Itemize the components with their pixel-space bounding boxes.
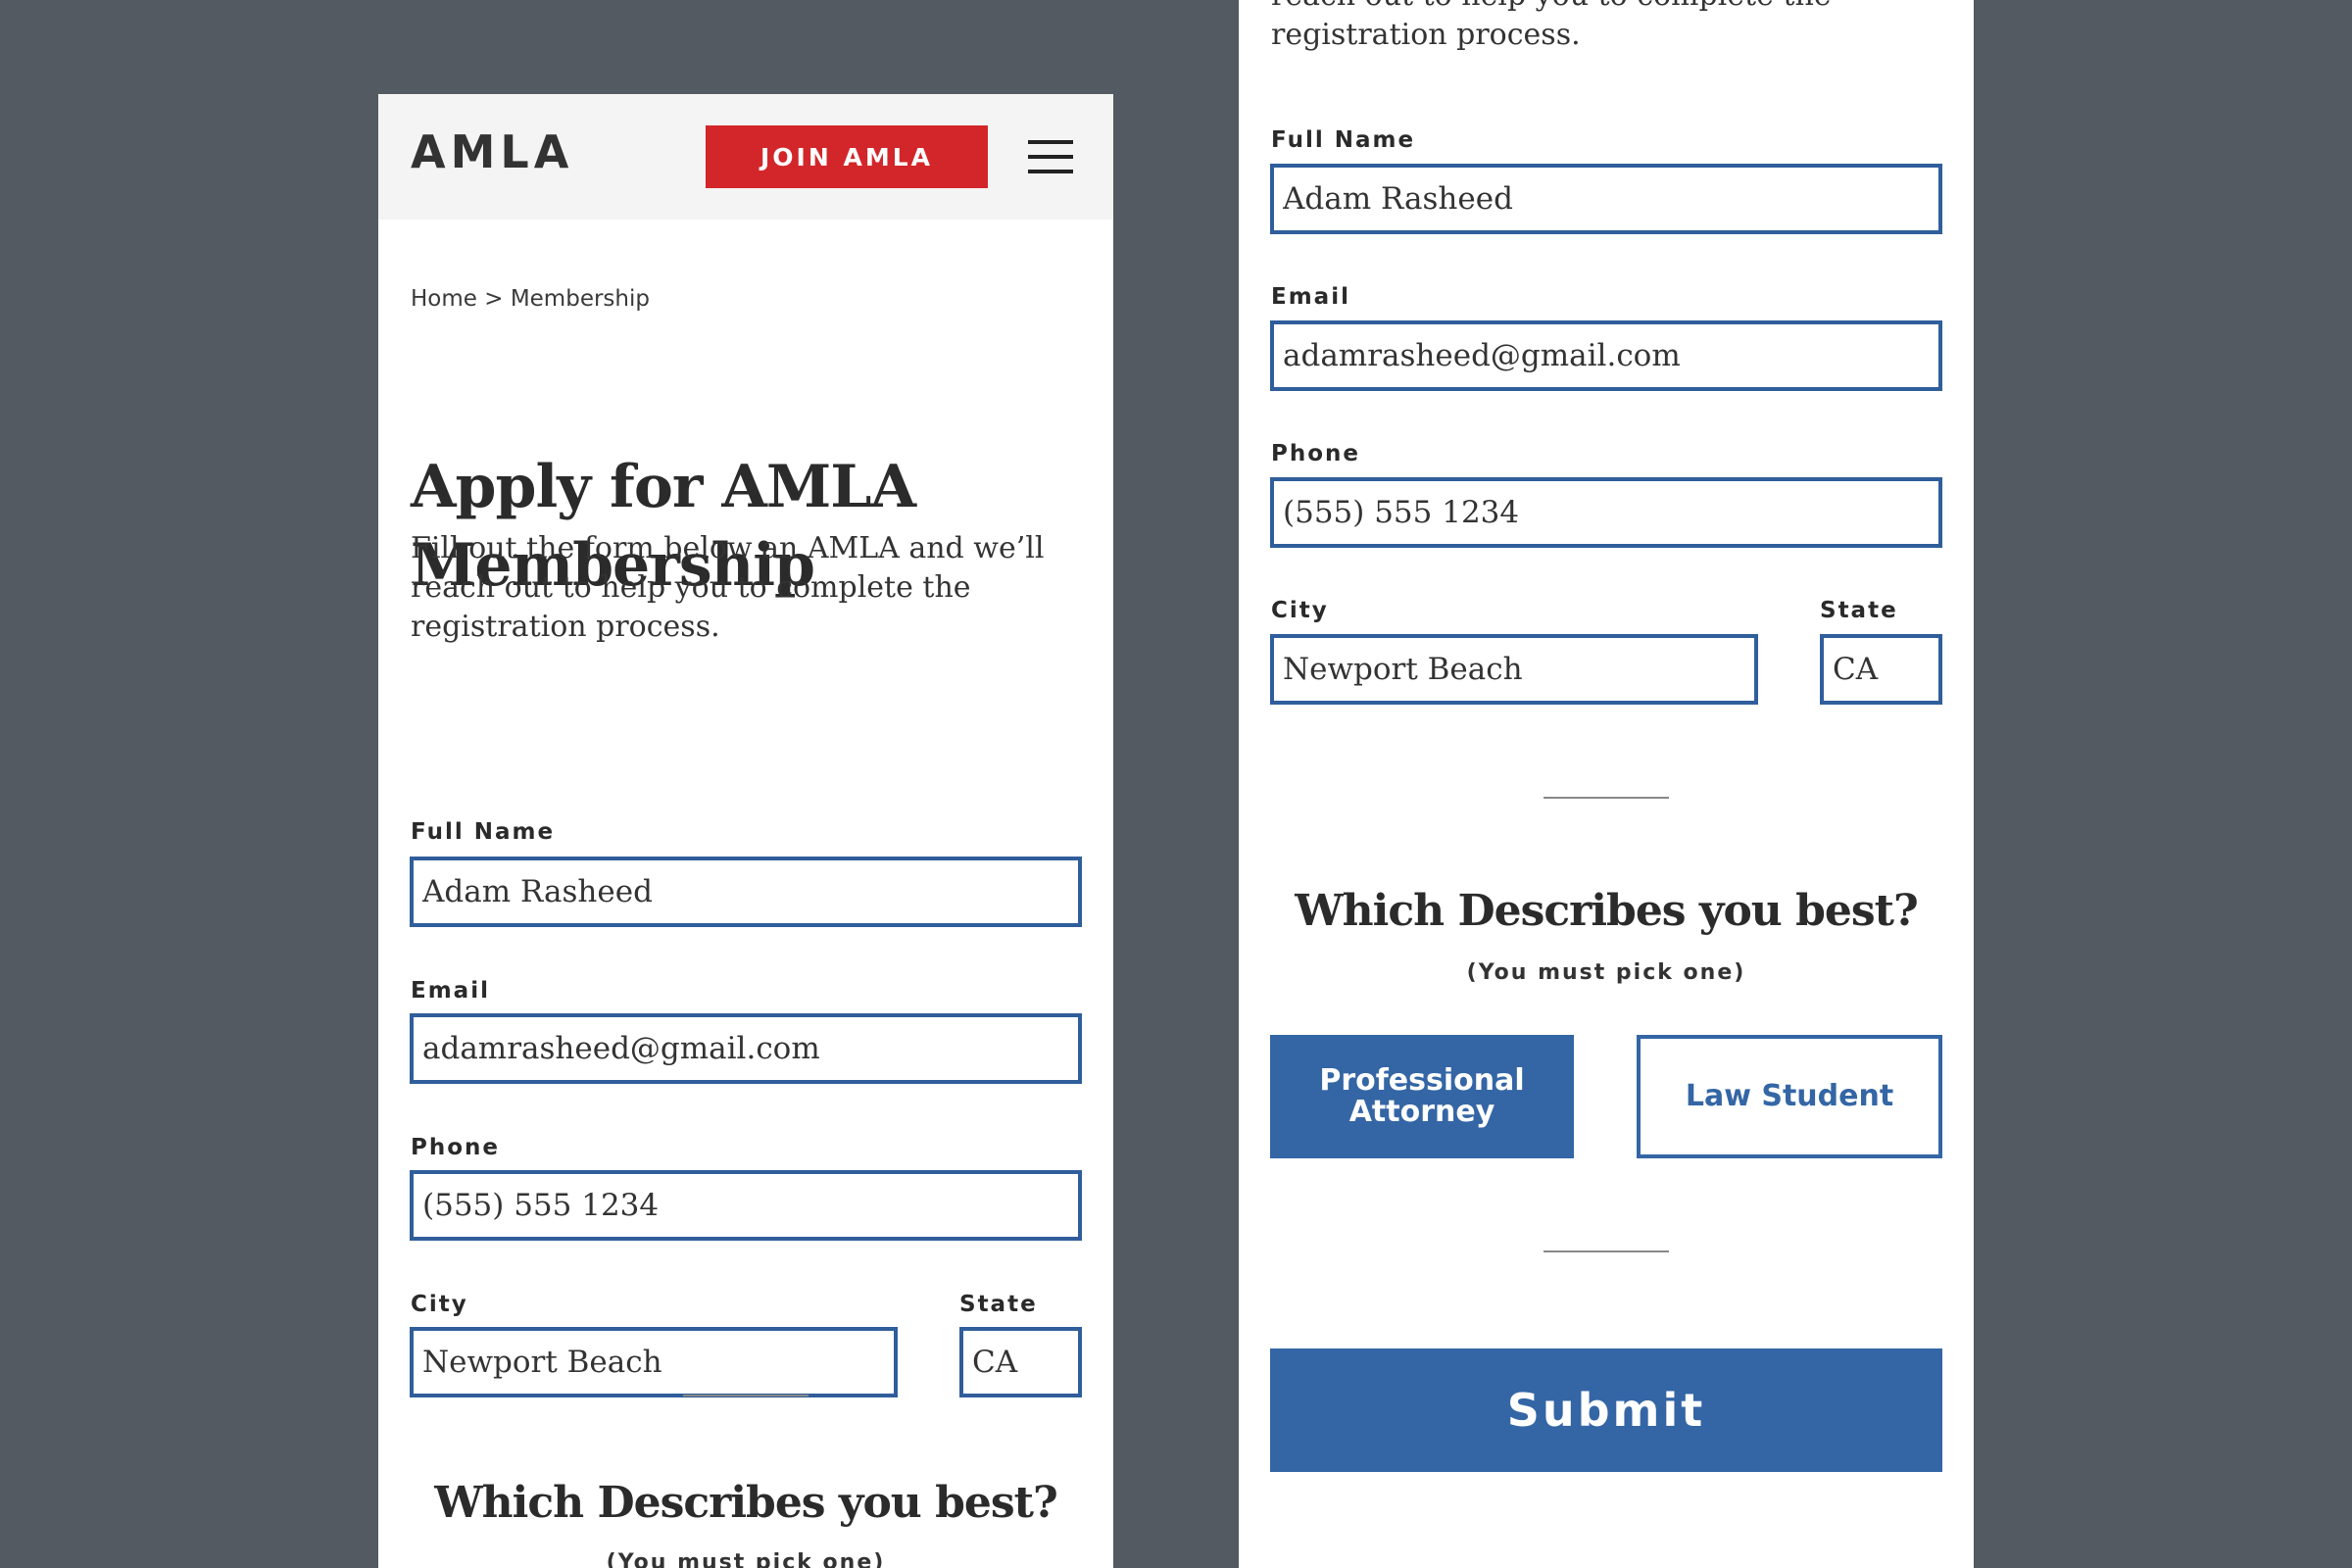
section-divider [1544, 797, 1669, 799]
full-name-label: Full Name [1271, 127, 1416, 153]
city-input[interactable] [410, 1327, 898, 1397]
email-label: Email [411, 978, 490, 1004]
state-input[interactable] [1820, 634, 1942, 705]
submit-button[interactable]: Submit [1270, 1348, 1942, 1472]
intro-block: Fill out the form below an AMLA and we’l… [411, 529, 1057, 647]
email-input[interactable] [1270, 320, 1942, 391]
state-label: State [959, 1292, 1038, 1317]
breadcrumb-text[interactable]: Home > Membership [411, 286, 650, 312]
phone-label: Phone [1271, 441, 1361, 466]
city-label: City [411, 1292, 468, 1317]
mobile-screen-top: AMLA JOIN AMLA Home > Membership Apply f… [378, 94, 1113, 1568]
breadcrumb: Home > Membership [411, 286, 1083, 312]
join-amla-button[interactable]: JOIN AMLA [706, 125, 988, 188]
which-describes-title: Which Describes you best? [1295, 886, 1919, 936]
phone-input[interactable] [1270, 477, 1942, 548]
state-label: State [1820, 598, 1898, 623]
intro-text-line-clipped: reach out to help you to complete the [1271, 0, 1918, 16]
which-describes-subtitle: (You must pick one) [606, 1550, 886, 1568]
hamburger-menu-icon[interactable] [1028, 140, 1073, 173]
city-input[interactable] [1270, 634, 1758, 705]
state-input[interactable] [959, 1327, 1082, 1397]
intro-text: Fill out the form below an AMLA and we’l… [411, 531, 1045, 644]
section-divider-2 [1544, 1250, 1669, 1252]
intro-block-clipped: reach out to help you to complete the re… [1271, 0, 1918, 55]
full-name-input[interactable] [1270, 164, 1942, 234]
full-name-label: Full Name [411, 819, 556, 845]
option-law-student[interactable]: Law Student [1637, 1035, 1942, 1158]
which-describes-subtitle: (You must pick one) [1466, 960, 1746, 985]
amla-logo[interactable]: AMLA [411, 129, 573, 174]
which-describes-title: Which Describes you best? [434, 1478, 1058, 1528]
full-name-input[interactable] [410, 857, 1082, 927]
section-divider [683, 1395, 808, 1396]
mobile-screen-scrolled: reach out to help you to complete the re… [1239, 0, 1974, 1568]
phone-input[interactable] [410, 1170, 1082, 1241]
option-professional-attorney[interactable]: Professional Attorney [1270, 1035, 1574, 1158]
email-label: Email [1271, 284, 1350, 310]
intro-text-tail: registration process. [1271, 18, 1581, 52]
city-label: City [1271, 598, 1329, 623]
email-input[interactable] [410, 1013, 1082, 1084]
site-header: AMLA JOIN AMLA [378, 94, 1113, 220]
phone-label: Phone [411, 1135, 501, 1160]
